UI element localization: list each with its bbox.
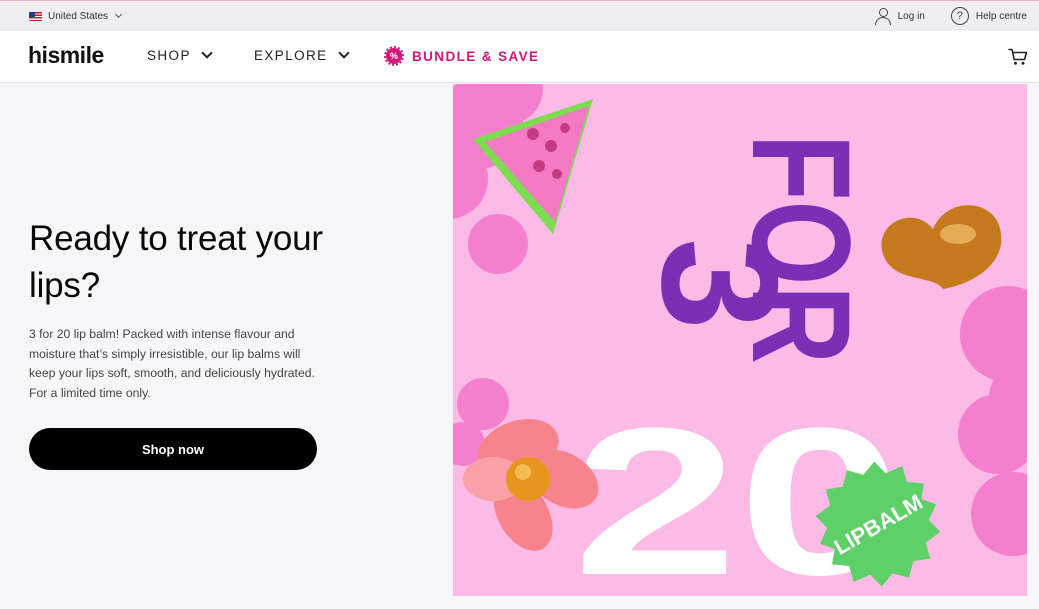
help-centre-link[interactable]: ? Help centre: [950, 7, 1027, 25]
help-icon: ?: [950, 7, 969, 25]
logo[interactable]: hismile: [28, 42, 104, 69]
login-link[interactable]: Log in: [874, 7, 925, 25]
us-flag-icon: [29, 11, 42, 21]
chevron-down-icon: [115, 10, 123, 19]
hero-title: Ready to treat your lips?: [29, 219, 323, 305]
nav-bundle-label: BUNDLE & SAVE: [412, 48, 540, 64]
login-label: Log in: [897, 10, 925, 22]
country-selector[interactable]: United States: [29, 10, 123, 22]
chevron-down-icon: [201, 47, 213, 59]
chevron-down-icon: [337, 47, 350, 59]
promo-banner-image[interactable]: 3 FOR 20 LIPBALM: [453, 84, 1027, 596]
help-label: Help centre: [975, 10, 1027, 22]
hero-description: 3 for 20 lip balm! Packed with intense f…: [29, 327, 315, 400]
shop-now-button[interactable]: Shop now: [29, 428, 317, 470]
utility-bar: United States Log in ? Help centre: [0, 0, 1039, 31]
percent-badge-icon: %: [384, 46, 404, 66]
cart-icon[interactable]: [1008, 48, 1028, 66]
user-icon: [874, 7, 891, 25]
promo-for-text: FOR: [723, 134, 880, 364]
nav-explore[interactable]: EXPLORE: [254, 47, 350, 63]
main-header: hismile SHOP EXPLORE % BUNDLE & SAVE: [0, 31, 1039, 83]
pink-flower-decoration: [958, 286, 1027, 556]
country-label: United States: [48, 10, 109, 22]
nav-shop-label: SHOP: [147, 48, 191, 63]
nav-explore-label: EXPLORE: [254, 48, 328, 63]
gold-heart-candy-icon: [881, 205, 1002, 289]
nav-shop[interactable]: SHOP: [147, 47, 213, 63]
nav-bundle-save[interactable]: % BUNDLE & SAVE: [384, 46, 540, 66]
